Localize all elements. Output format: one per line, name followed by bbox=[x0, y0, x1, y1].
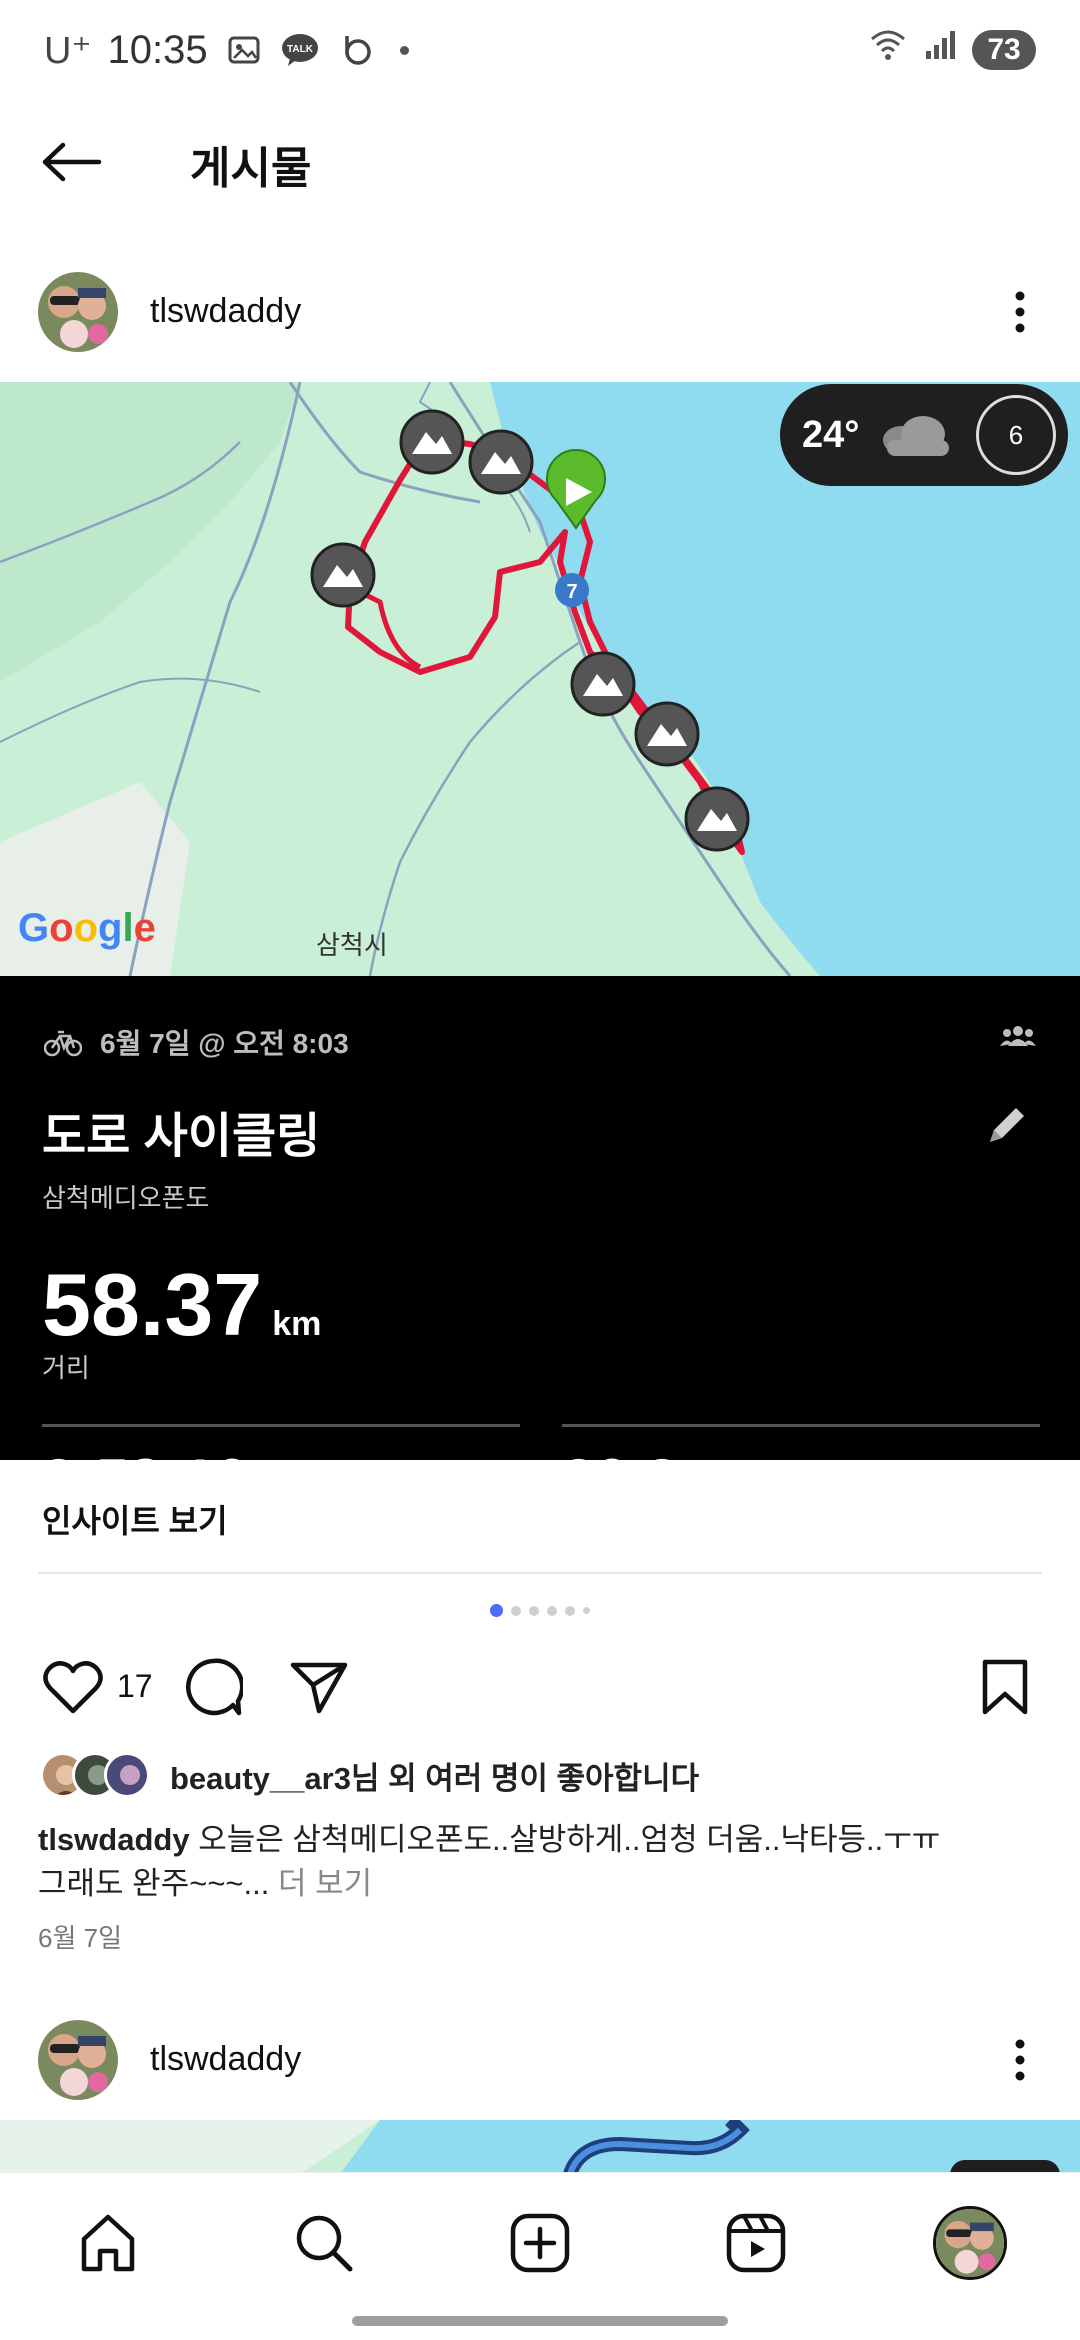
group-icon[interactable] bbox=[1000, 1024, 1036, 1053]
carousel-dot bbox=[547, 1605, 557, 1616]
carousel-dot bbox=[511, 1605, 521, 1616]
heart-icon bbox=[43, 1661, 103, 1714]
page-title: 게시물 bbox=[190, 144, 312, 193]
activity-title: 도로 사이클링 bbox=[42, 1110, 321, 1163]
bicycle-icon bbox=[44, 1030, 82, 1057]
activity-date-row: 6월 7일 @ 오전 8:03 bbox=[44, 1022, 349, 1062]
avatar[interactable] bbox=[38, 272, 118, 352]
nav-home[interactable] bbox=[70, 2205, 146, 2281]
post-actions: 17 bbox=[0, 1650, 1080, 1722]
activity-distance: 58.37 km bbox=[42, 1254, 321, 1356]
notification-dot-icon bbox=[399, 45, 409, 55]
activity-summary-card[interactable]: 6월 7일 @ 오전 8:03 도로 사이클링 삼척메디오폰도 58.37 km… bbox=[0, 976, 1080, 1460]
nav-create[interactable] bbox=[502, 2205, 578, 2281]
band-app-icon bbox=[336, 30, 376, 70]
more-options-button[interactable] bbox=[990, 282, 1050, 342]
activity-subtitle: 삼척메디오폰도 bbox=[42, 1183, 210, 1213]
activity-date: 6월 7일 @ 오전 8:03 bbox=[100, 1028, 349, 1059]
status-bar: U⁺ 10:35 TALK 73 bbox=[0, 0, 1080, 100]
search-icon bbox=[296, 2215, 353, 2272]
map-city-label: 삼척시 bbox=[316, 930, 388, 960]
caption-author[interactable]: tlswdaddy bbox=[38, 1822, 190, 1857]
liked-by-text: beauty__ar3님 외 여러 명이 좋아합니다 bbox=[170, 1760, 700, 1796]
kakaotalk-icon: TALK bbox=[280, 30, 320, 70]
caption-text: 오늘은 삼척메디오폰도..살방하게..엄청 더움..낙타등..ㅜㅠ bbox=[189, 1822, 941, 1857]
post-header: tlswdaddy bbox=[0, 252, 1080, 372]
bookmark-icon bbox=[982, 1659, 1028, 1715]
insight-link[interactable]: 인사이트 보기 bbox=[42, 1496, 228, 1542]
stat-divider bbox=[562, 1424, 1040, 1427]
avatar[interactable] bbox=[38, 2020, 118, 2100]
send-icon bbox=[290, 1662, 348, 1714]
nav-reels[interactable] bbox=[718, 2205, 794, 2281]
liked-by-row[interactable]: beauty__ar3님 외 여러 명이 좋아합니다 bbox=[40, 1752, 699, 1798]
waypoint-marker bbox=[570, 651, 636, 717]
distance-unit: km bbox=[272, 1305, 322, 1343]
back-button[interactable] bbox=[40, 130, 104, 194]
like-button[interactable] bbox=[42, 1656, 104, 1718]
liker-avatar bbox=[104, 1752, 150, 1798]
bottom-navigation bbox=[0, 2172, 1080, 2340]
route-map[interactable]: 7 24° 6 Google 삼척시 bbox=[0, 382, 1080, 976]
carrier-label: U⁺ bbox=[44, 29, 92, 72]
svg-text:7: 7 bbox=[566, 581, 577, 603]
screenshot-icon bbox=[224, 30, 264, 70]
distance-label: 거리 bbox=[42, 1353, 90, 1383]
weather-badge: 24° 6 bbox=[780, 384, 1068, 486]
signal-icon bbox=[922, 27, 958, 73]
post-caption: tlswdaddy 오늘은 삼척메디오폰도..살방하게..엄청 더움..낙타등.… bbox=[38, 1818, 1038, 1906]
cloud-icon bbox=[883, 416, 950, 456]
post-date: 6월 7일 bbox=[38, 1923, 122, 1953]
post-username[interactable]: tlswdaddy bbox=[150, 292, 301, 331]
svg-text:TALK: TALK bbox=[287, 44, 314, 55]
add-post-icon bbox=[510, 2213, 570, 2273]
comment-button[interactable] bbox=[182, 1656, 244, 1718]
next-post-header: tlswdaddy bbox=[0, 2000, 1080, 2120]
more-options-button[interactable] bbox=[990, 2030, 1050, 2090]
stat-divider bbox=[42, 1424, 520, 1427]
distance-value: 58.37 bbox=[42, 1255, 263, 1354]
weather-temperature: 24° bbox=[802, 413, 860, 456]
battery-indicator: 73 bbox=[972, 30, 1036, 70]
stat-speed-partial: 20.2 bbox=[562, 1446, 679, 1460]
comment-icon bbox=[186, 1658, 243, 1716]
next-post-map-preview[interactable] bbox=[0, 2120, 1080, 2174]
waypoint-marker bbox=[634, 701, 700, 767]
google-logo: Google bbox=[18, 906, 156, 950]
edit-pencil-icon[interactable] bbox=[984, 1102, 1030, 1153]
divider bbox=[38, 1572, 1042, 1574]
stat-duration-partial: 2:53:10 bbox=[42, 1446, 249, 1460]
save-button[interactable] bbox=[974, 1656, 1036, 1718]
carousel-dot-active bbox=[490, 1604, 503, 1617]
carousel-indicator bbox=[0, 1604, 1080, 1617]
waypoint-marker bbox=[310, 542, 376, 608]
post-username[interactable]: tlswdaddy bbox=[150, 2040, 301, 2079]
share-button[interactable] bbox=[288, 1656, 350, 1718]
more-vertical-icon bbox=[1015, 2039, 1025, 2081]
reels-icon bbox=[726, 2213, 786, 2273]
more-vertical-icon bbox=[1015, 291, 1025, 333]
like-count[interactable]: 17 bbox=[117, 1668, 153, 1705]
waypoint-marker bbox=[399, 409, 465, 475]
waypoint-marker bbox=[684, 786, 750, 852]
home-indicator[interactable] bbox=[352, 2316, 728, 2326]
home-icon bbox=[81, 2214, 135, 2272]
carousel-dot bbox=[529, 1605, 539, 1616]
more-link[interactable]: 더 보기 bbox=[269, 1866, 372, 1901]
profile-avatar bbox=[933, 2206, 1007, 2280]
carousel-dot bbox=[583, 1607, 590, 1614]
arrow-left-icon bbox=[42, 142, 102, 182]
nav-search[interactable] bbox=[286, 2205, 362, 2281]
wifi-icon bbox=[868, 27, 908, 73]
status-time: 10:35 bbox=[107, 27, 208, 72]
app-header: 게시물 bbox=[0, 100, 1080, 220]
waypoint-marker bbox=[468, 429, 534, 495]
caption-text-line2: 그래도 완주~~~... bbox=[38, 1866, 270, 1901]
carousel-dot bbox=[565, 1605, 575, 1616]
weather-index-ring: 6 bbox=[976, 395, 1056, 475]
nav-profile[interactable] bbox=[932, 2205, 1008, 2281]
